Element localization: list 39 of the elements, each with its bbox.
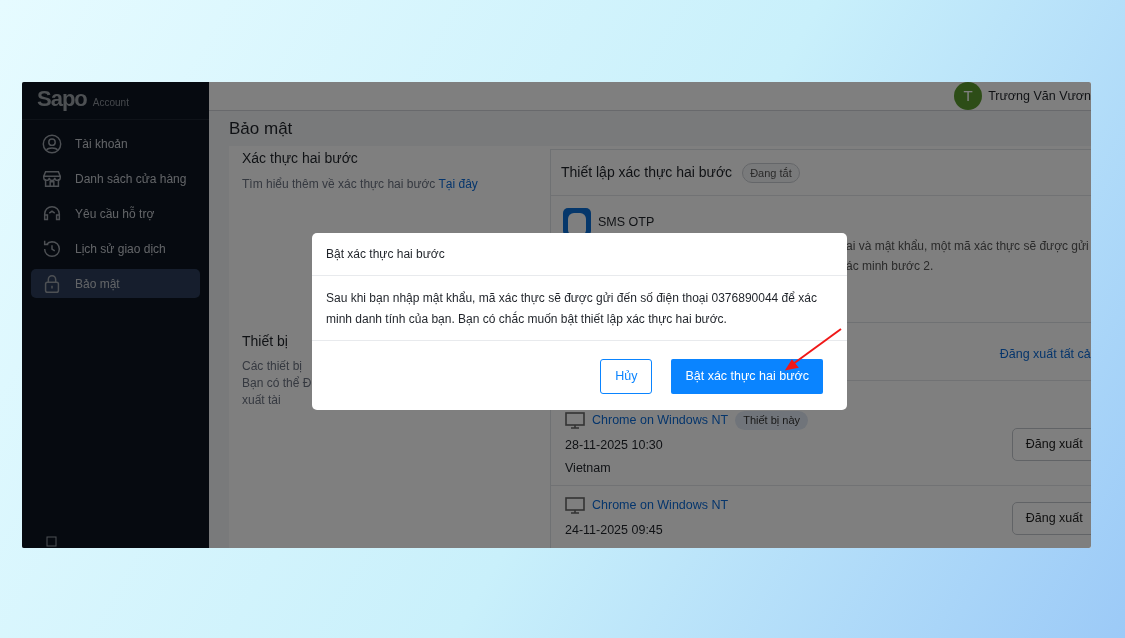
logout-button[interactable]: Đăng xuất (1011, 427, 1091, 461)
user-name[interactable]: Trương Văn Vươn (988, 86, 1091, 106)
sidebar-item[interactable]: Bảo mật (31, 269, 200, 298)
monitor-icon (565, 412, 585, 429)
sidebar-item[interactable]: Lịch sử giao dịch (31, 234, 200, 263)
device-time: 24-11-2025 09:45 (565, 522, 664, 540)
section-description: Các thiết bị (242, 358, 304, 376)
page-title: Bảo mật (228, 118, 294, 140)
user-icon (41, 132, 63, 155)
section-title: Thiết bị (242, 332, 289, 352)
cancel-button[interactable]: Hủy (600, 359, 653, 394)
section-description: Bạn có thể Đ (242, 375, 313, 393)
section-title: Xác thực hai bước (242, 149, 359, 169)
learn-more-link[interactable]: Tại đây (438, 177, 478, 192)
arrow-annotation (785, 328, 842, 371)
section-description: Tìm hiểu thêm về xác thực hai bước Tại đây (242, 176, 479, 194)
device-country: Vietnam (565, 459, 612, 477)
method-name: SMS OTP (598, 214, 655, 231)
avatar: T (954, 82, 983, 110)
monitor-icon (565, 497, 585, 515)
status-badge: Đang tắt (742, 162, 800, 184)
sidebar-item[interactable]: Danh sách cửa hàng (31, 164, 200, 193)
sidebar-item[interactable]: Yêu cầu hỗ trợ (31, 199, 200, 228)
card-title: Thiết lập xác thực hai bước (561, 163, 733, 183)
enable-button[interactable]: Bật xác thực hai bước (671, 359, 823, 394)
dialog-title: Bật xác thực hai bước (312, 233, 847, 276)
logo-subtitle: Account (92, 96, 129, 110)
logout-all-link[interactable]: Đăng xuất tất cả (999, 345, 1091, 365)
section-description: xuất tài (242, 392, 282, 410)
device-name-link[interactable]: Chrome on Windows NT (592, 496, 729, 516)
logout-button[interactable]: Đăng xuất (1011, 501, 1091, 535)
method-description: ai và mật khẩu, một mã xác thực sẽ được gửi (845, 238, 1089, 256)
method-description: ác minh bước 2. (845, 258, 935, 276)
device-time: 28-11-2025 10:30 (565, 436, 664, 454)
dialog-message: Sau khi bạn nhập mật khẩu, mã xác thực sẽ được gửi đến số điện thoại 0376890044 để xác minh danh tính của bạn. Bạn có chắc muốn bật thiết lập xác thực hai bước. (312, 276, 847, 341)
device-name-link[interactable]: Chrome on Windows NT (592, 411, 729, 430)
sidebar-item[interactable]: Tài khoản (31, 129, 200, 158)
device-badge: Thiết bị này (735, 411, 809, 430)
logo: Sapo (37, 88, 87, 110)
